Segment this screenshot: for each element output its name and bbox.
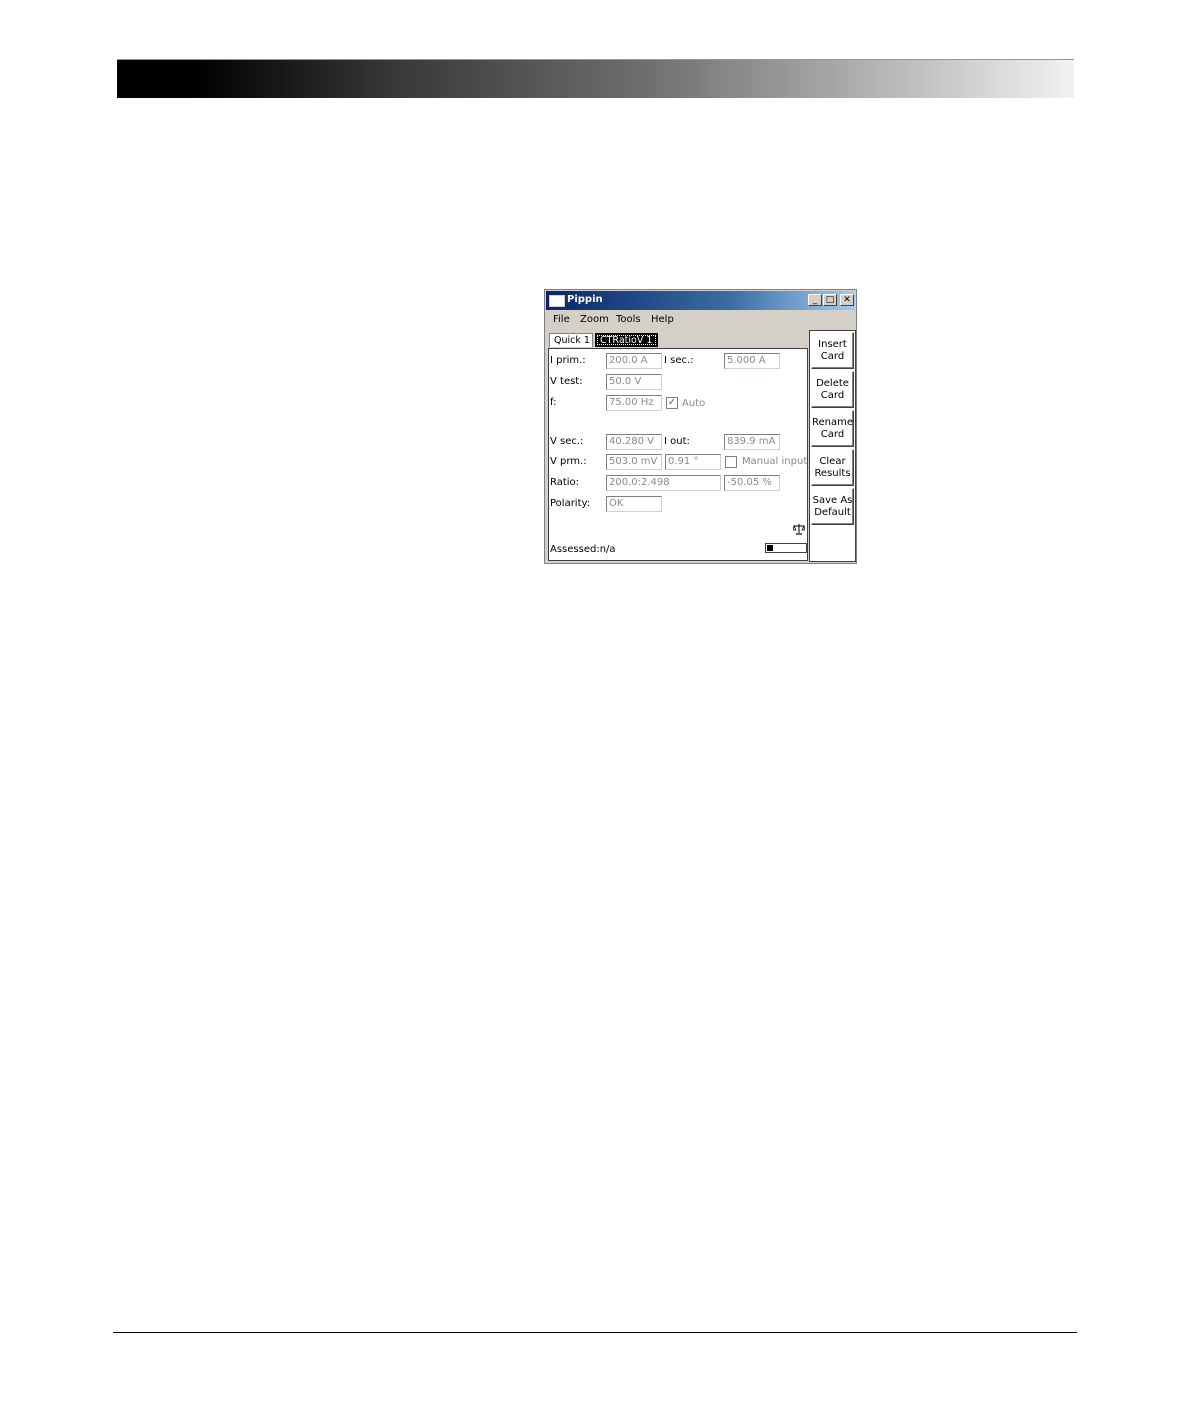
i-out-field[interactable]: 839.9 mA [724, 434, 780, 450]
ratio-deviation-field[interactable]: -50.05 % [724, 475, 780, 491]
tab-ctratiov-1[interactable]: CTRatioV 1 [595, 333, 658, 347]
menu-bar: File Zoom Tools Help [546, 311, 855, 329]
ratio-field[interactable]: 200.0:2.498 [606, 475, 721, 491]
delete-card-button[interactable]: Delete Card [811, 371, 854, 408]
v-test-label: V test: [550, 376, 583, 387]
pippin-window: Pippin _ □ ✕ File Zoom Tools Help Quick … [544, 289, 857, 564]
menu-file[interactable]: File [553, 314, 570, 325]
i-out-label: I out: [664, 436, 690, 447]
i-sec-field[interactable]: 5.000 A [724, 353, 780, 369]
maximize-button[interactable]: □ [823, 294, 837, 306]
i-prim-field[interactable]: 200.0 A [606, 353, 662, 369]
menu-help[interactable]: Help [651, 314, 674, 325]
polarity-field[interactable]: OK [606, 496, 662, 512]
progress-bar-fill [767, 545, 773, 551]
page-footer-rule [113, 1332, 1077, 1333]
frequency-field[interactable]: 75.00 Hz [606, 395, 662, 411]
menu-zoom[interactable]: Zoom [580, 314, 609, 325]
v-sec-label: V sec.: [550, 436, 584, 447]
auto-label: Auto [682, 398, 706, 409]
scale-icon [793, 524, 805, 535]
rename-card-button[interactable]: Rename Card [811, 410, 854, 447]
tab-quick-1[interactable]: Quick 1 [549, 333, 593, 347]
clear-results-button[interactable]: Clear Results [811, 449, 854, 486]
app-icon [549, 295, 565, 307]
i-sec-label: I sec.: [664, 355, 694, 366]
menu-tools[interactable]: Tools [616, 314, 641, 325]
v-test-field[interactable]: 50.0 V [606, 374, 662, 390]
v-sec-field[interactable]: 40.280 V [606, 434, 662, 450]
ratio-label: Ratio: [550, 477, 580, 488]
progress-bar [765, 543, 807, 553]
v-prm-label: V prm.: [550, 456, 587, 467]
v-prm-phase-field[interactable]: 0.91 ° [665, 454, 721, 470]
minimize-button[interactable]: _ [808, 294, 822, 306]
close-button[interactable]: ✕ [840, 294, 854, 306]
window-title: Pippin [567, 294, 603, 305]
title-bar: Pippin _ □ ✕ [546, 291, 855, 310]
frequency-label: f: [550, 397, 557, 408]
polarity-label: Polarity: [550, 498, 591, 509]
auto-checkbox[interactable]: ✓ [666, 397, 678, 409]
card-panel: I prim.: 200.0 A I sec.: 5.000 A V test:… [548, 348, 808, 561]
i-prim-label: I prim.: [550, 355, 586, 366]
manual-input-label: Manual input [742, 456, 808, 467]
assessed-status: Assessed:n/a [550, 544, 616, 555]
action-sidebar: Insert Card Delete Card Rename Card Clea… [809, 330, 856, 562]
save-as-default-button[interactable]: Save As Default [811, 488, 854, 525]
manual-input-checkbox[interactable] [725, 456, 737, 468]
page-header-bar [117, 59, 1074, 98]
v-prm-field[interactable]: 503.0 mV [606, 454, 662, 470]
insert-card-button[interactable]: Insert Card [811, 332, 854, 369]
